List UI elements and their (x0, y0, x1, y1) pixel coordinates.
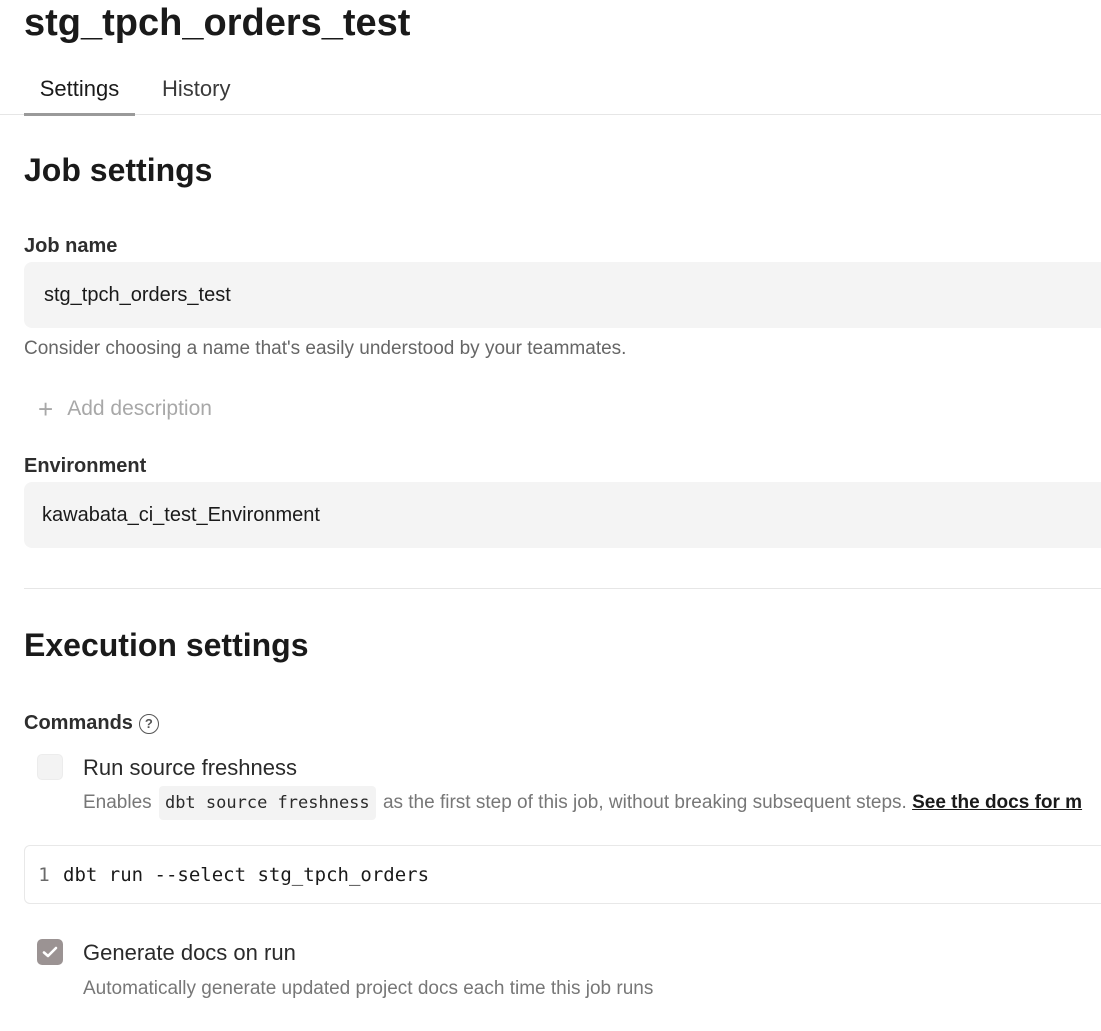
commands-label-text: Commands (24, 712, 133, 734)
job-name-input[interactable]: stg_tpch_orders_test (24, 262, 1101, 328)
generate-docs-description: Automatically generate updated project d… (83, 978, 654, 999)
section-divider (24, 588, 1101, 589)
environment-select[interactable]: kawabata_ci_test_Environment (24, 482, 1101, 548)
checkmark-icon (42, 946, 58, 958)
line-number: 1 (38, 863, 50, 886)
job-settings-page: stg_tpch_orders_test Settings History Jo… (0, 0, 1101, 1031)
source-freshness-title: Run source freshness (83, 755, 297, 780)
job-settings-heading: Job settings (24, 152, 213, 188)
source-freshness-desc-prefix: Enables (83, 792, 152, 814)
environment-label: Environment (24, 455, 147, 477)
plus-icon: + (38, 394, 54, 424)
generate-docs-title: Generate docs on run (83, 940, 296, 965)
job-name-helper: Consider choosing a name that's easily u… (24, 338, 627, 359)
source-freshness-desc-suffix: as the first step of this job, without b… (382, 792, 907, 814)
docs-link[interactable]: See the docs for m (912, 792, 1082, 813)
add-description-label: Add description (67, 397, 212, 420)
tab-history[interactable]: History (162, 76, 230, 113)
tab-bar: Settings History (0, 68, 1101, 116)
source-freshness-description: Enables dbt source freshness as the firs… (83, 786, 1082, 820)
source-freshness-checkbox[interactable] (37, 754, 63, 780)
command-line[interactable]: dbt run --select stg_tpch_orders (63, 864, 429, 886)
job-name-label: Job name (24, 235, 118, 257)
command-editor[interactable]: 1 dbt run --select stg_tpch_orders (24, 845, 1101, 904)
generate-docs-checkbox[interactable] (37, 939, 63, 965)
add-description-button[interactable]: + Add description (38, 392, 212, 426)
source-freshness-code: dbt source freshness (158, 786, 376, 820)
help-icon[interactable]: ? (138, 713, 159, 734)
tab-settings[interactable]: Settings (24, 76, 135, 116)
page-title: stg_tpch_orders_test (24, 2, 411, 44)
commands-label: Commands ? (24, 712, 159, 735)
execution-settings-heading: Execution settings (24, 627, 309, 663)
